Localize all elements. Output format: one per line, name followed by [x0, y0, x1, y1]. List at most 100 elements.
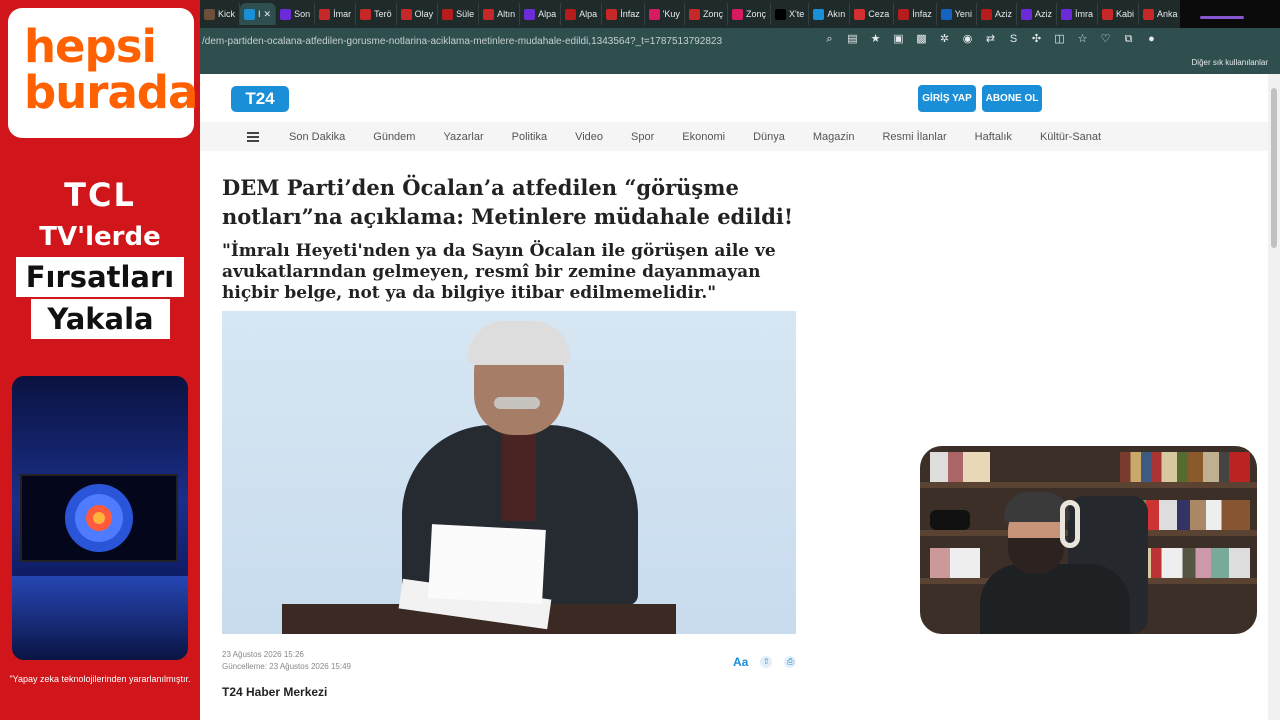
t24-logo[interactable]: T24 [231, 86, 289, 112]
nav-item[interactable]: Gündem [359, 131, 429, 143]
browser-tab[interactable]: Olay [397, 3, 439, 25]
browser-tab[interactable]: Anka [1139, 3, 1180, 25]
tab-favicon-icon [400, 8, 412, 20]
extension-icon[interactable]: S [1006, 32, 1021, 47]
translate-icon[interactable]: ⇄ [983, 32, 998, 47]
byline: T24 Haber Merkezi [222, 685, 328, 699]
nav-item[interactable]: Son Dakika [275, 131, 359, 143]
tab-label: İmra [1074, 9, 1093, 19]
browser-tab[interactable]: Kabi [1098, 3, 1139, 25]
nav-item[interactable]: Magazin [799, 131, 869, 143]
nav-item[interactable]: Yazarlar [429, 131, 497, 143]
tab-favicon-icon [565, 8, 577, 20]
tab-label: Süle [456, 9, 475, 19]
tab-favicon-icon [1060, 8, 1072, 20]
menu-icon[interactable] [247, 131, 259, 142]
browser-tab[interactable]: Altın [479, 3, 521, 25]
tab-label: İmar [333, 9, 352, 19]
scrollbar[interactable] [1268, 74, 1280, 720]
other-favorites[interactable]: Diğer sık kullanılanlar [1192, 58, 1268, 67]
hepsiburada-logo: hepsi burada [8, 8, 198, 138]
tab-label: Zonç [745, 9, 766, 19]
tab-favicon-icon [774, 8, 786, 20]
logo-line-2: burada [24, 66, 198, 119]
tab-close-icon[interactable]: ✕ [264, 9, 272, 20]
browser-tab[interactable]: 'Kuy [645, 3, 685, 25]
screenshot-icon[interactable]: ⧉ [1121, 32, 1136, 47]
font-size-button[interactable]: Aa [733, 655, 748, 669]
browser-tab[interactable]: Son [276, 3, 316, 25]
nav-item[interactable]: Politika [498, 131, 561, 143]
tab-favicon-icon [980, 8, 992, 20]
browser-tab[interactable]: I ✕ [240, 3, 277, 25]
browser-tab[interactable]: Süle [438, 3, 480, 25]
reader-icon[interactable]: ▤ [845, 32, 860, 47]
ad-tv-text: TV'lerde [39, 222, 161, 252]
tab-label: Ceza [868, 9, 890, 19]
extension-icon[interactable]: ✲ [937, 32, 952, 47]
browser-tab[interactable]: Zonç [728, 3, 771, 25]
tab-favicon-icon [360, 8, 372, 20]
browser-tab[interactable]: Zonç [685, 3, 728, 25]
tab-label: Terö [374, 9, 392, 19]
nav-item[interactable]: Ekonomi [668, 131, 739, 143]
tab-label: Olay [414, 9, 434, 19]
extension-icon[interactable]: ▣ [891, 32, 906, 47]
tab-label: Zonç [702, 9, 723, 19]
article-headline: DEM Parti’den Öcalan’a atfedilen “görüşm… [222, 175, 794, 229]
browser-tab[interactable]: İmar [315, 3, 357, 25]
tab-favicon-icon [1020, 8, 1032, 20]
tv-screen [20, 474, 178, 562]
browser-tab[interactable]: Ceza [850, 3, 895, 25]
nav-item[interactable]: Spor [617, 131, 668, 143]
extension-icon[interactable]: ◉ [960, 32, 975, 47]
print-icon[interactable]: ⎙ [784, 656, 797, 668]
browser-tab[interactable]: Alpa [520, 3, 562, 25]
browser-tab[interactable]: Aziz [977, 3, 1017, 25]
star-icon[interactable]: ★ [868, 32, 883, 47]
heart-icon[interactable]: ♡ [1098, 32, 1113, 47]
tab-favicon-icon [280, 8, 292, 20]
toolbar-icons: ⌕ ▤ ★ ▣ ▩ ✲ ◉ ⇄ S ✣ ◫ ☆ ♡ ⧉ ● [822, 32, 1159, 47]
puzzle-icon[interactable]: ✣ [1029, 32, 1044, 47]
subscribe-button[interactable]: ABONE OL [982, 85, 1042, 112]
nav-item[interactable]: Dünya [739, 131, 799, 143]
browser-tab[interactable]: X'te [771, 3, 810, 25]
browser-tab[interactable]: Akın [809, 3, 851, 25]
browser-tab[interactable]: Kick [200, 3, 241, 25]
profile-avatar[interactable]: ● [1144, 32, 1159, 47]
tab-label: Yeni [954, 9, 972, 19]
url-text[interactable]: /dem-partiden-ocalana-atfedilen-gorusme-… [200, 36, 722, 47]
nav-item[interactable]: Haftalık [961, 131, 1026, 143]
tab-label: İnfaz [620, 9, 640, 19]
browser-tab[interactable]: İnfaz [894, 3, 937, 25]
split-view-icon[interactable]: ◫ [1052, 32, 1067, 47]
tab-favicon-icon [442, 8, 454, 20]
browser-tab[interactable]: Terö [356, 3, 397, 25]
extension-icon[interactable]: ▩ [914, 32, 929, 47]
nav-item[interactable]: Video [561, 131, 617, 143]
tab-label: İnfaz [912, 9, 932, 19]
tab-favicon-icon [854, 8, 866, 20]
hepsiburada-ad[interactable]: hepsi burada TCL TV'lerde Fırsatları Yak… [0, 0, 200, 720]
browser-tab[interactable]: Aziz [1017, 3, 1057, 25]
browser-tab[interactable]: Alpa [561, 3, 603, 25]
tab-label: 'Kuy [662, 9, 680, 19]
share-icon[interactable]: ⇧ [760, 656, 773, 668]
nav-item[interactable]: Kültür-Sanat [1026, 131, 1115, 143]
browser-tab[interactable]: İmra [1057, 3, 1098, 25]
login-button[interactable]: GİRİŞ YAP [918, 85, 976, 112]
tab-favicon-icon [244, 8, 256, 20]
address-bar[interactable]: /dem-partiden-ocalana-atfedilen-gorusme-… [200, 28, 1280, 54]
browser-tab[interactable]: İnfaz [602, 3, 645, 25]
tab-favicon-icon [940, 8, 952, 20]
nav-item[interactable]: Resmi İlanlar [868, 131, 960, 143]
favorites-icon[interactable]: ☆ [1075, 32, 1090, 47]
tab-favicon-icon [319, 8, 331, 20]
browser-tab[interactable]: Yeni [937, 3, 977, 25]
tab-label: Alpa [579, 9, 598, 19]
tab-label: Kick [218, 9, 236, 19]
tab-favicon-icon [813, 8, 825, 20]
tab-favicon-icon [204, 8, 215, 20]
zoom-icon[interactable]: ⌕ [822, 32, 837, 47]
